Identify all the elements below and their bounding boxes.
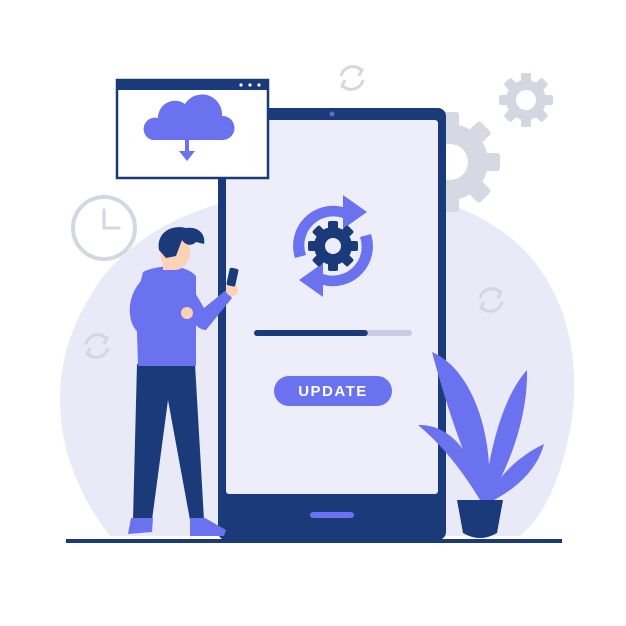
phone-camera bbox=[329, 111, 335, 117]
illustration: UPDATE bbox=[0, 0, 626, 626]
cloud-download-window bbox=[115, 78, 270, 180]
phone-home-button bbox=[310, 512, 354, 518]
gear-icon-small bbox=[499, 73, 553, 127]
update-button[interactable]: UPDATE bbox=[274, 376, 392, 406]
update-illustration bbox=[60, 65, 575, 543]
clock-icon bbox=[71, 195, 137, 261]
refresh-icon-top bbox=[339, 65, 365, 91]
progress-fill bbox=[254, 330, 368, 336]
